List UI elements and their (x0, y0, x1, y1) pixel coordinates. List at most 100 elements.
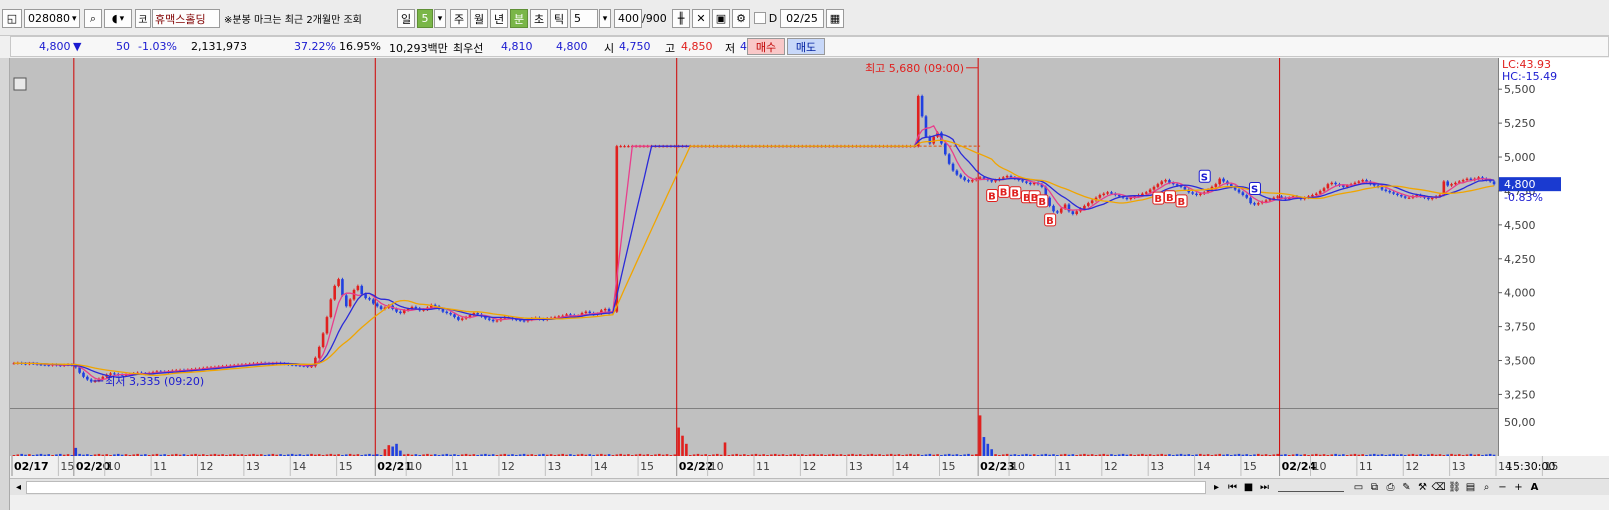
volume-bar (828, 454, 831, 456)
rewind-icon[interactable]: ⏮ (1226, 481, 1239, 494)
print-icon[interactable]: ⎙ (1384, 481, 1397, 494)
stock-code-input[interactable]: 028080 (24, 9, 80, 28)
candle-body (1183, 186, 1187, 190)
link-icon[interactable]: ⛓ (1448, 481, 1461, 494)
period-month-button[interactable]: 월 (470, 9, 488, 28)
volume-bar (74, 447, 78, 456)
forward-icon[interactable]: ⏭ (1258, 481, 1271, 494)
volume-bar (252, 453, 255, 456)
horizontal-scrollbar[interactable]: ◂ ▸ ⏮ ■ ⏭ ▭ ⧉ ⎙ ✎ ⚒ ⌫ ⛓ ▤ ⌕ − + A (10, 478, 1609, 495)
zoom-out-icon[interactable]: − (1496, 481, 1509, 494)
volume-bar (1384, 454, 1388, 456)
period-week-button[interactable]: 주 (450, 9, 468, 28)
zoom-in-icon[interactable]: + (1512, 481, 1525, 494)
save-icon[interactable]: ▣ (712, 9, 730, 28)
volume-bar (758, 454, 762, 456)
candle-body (1311, 195, 1314, 197)
volume-bar (1040, 454, 1044, 456)
volume-bar (793, 453, 796, 456)
open-label: 시 (604, 42, 615, 55)
volume-bar (449, 454, 452, 456)
scroll-track[interactable] (26, 481, 1206, 494)
candle-body (399, 311, 402, 314)
volume-bar (348, 453, 352, 456)
candle-body (333, 285, 336, 300)
x-hour-label: 15 (1243, 460, 1257, 473)
crosshair-icon[interactable]: ✕ (692, 9, 710, 28)
volume-bar (1017, 454, 1021, 456)
x-hour-label: 10 (107, 460, 121, 473)
y-tick-label: 3,500 (1504, 355, 1536, 368)
price-chart[interactable]: 3,2503,5003,7504,0004,2504,5004,7505,000… (10, 58, 1609, 478)
calendar-icon[interactable]: ▦ (826, 9, 844, 28)
period-count-input[interactable]: 5 (570, 9, 598, 28)
candle-body (1345, 185, 1349, 187)
x-day-label: 02/17 (14, 460, 49, 473)
layout-icon[interactable]: ▭ (1352, 481, 1365, 494)
volume-bar (1152, 454, 1156, 456)
buy-button[interactable]: 매수 (747, 38, 785, 55)
sell-mark-label: S (1251, 185, 1258, 196)
candle-body (1075, 211, 1078, 215)
volume-bar (515, 454, 518, 456)
candle-body (1465, 178, 1469, 181)
candle-body (1110, 192, 1113, 194)
volume-bar (773, 453, 777, 456)
volume-bar (971, 454, 974, 456)
period-second-button[interactable]: 초 (530, 9, 548, 28)
period-tick-button[interactable]: 틱 (550, 9, 568, 28)
magnifier-icon[interactable]: ⌕ (1480, 481, 1493, 494)
candle-body (947, 154, 951, 164)
copy-icon[interactable]: ⧉ (1368, 481, 1381, 494)
eraser-icon[interactable]: ⌫ (1431, 481, 1445, 494)
tool-icon[interactable]: ⚒ (1416, 481, 1429, 494)
font-size-icon[interactable]: A (1528, 481, 1541, 494)
chevron-down-icon[interactable]: ▾ (599, 9, 611, 28)
volume-bar (1117, 454, 1121, 456)
volume-bar (182, 454, 186, 456)
candle-body (955, 170, 959, 175)
interval-value[interactable]: 5 (417, 9, 433, 28)
period-day-button[interactable]: 일 (397, 9, 415, 28)
speaker-icon[interactable]: ◖ (104, 9, 132, 28)
candle-body (321, 333, 325, 347)
volume-bar (503, 453, 507, 456)
volume-bar (159, 454, 163, 456)
date-input[interactable]: 02/25 (780, 9, 824, 28)
chart-window-icon[interactable]: ◱ (2, 9, 22, 28)
gear-icon[interactable]: ⚙ (732, 9, 750, 28)
volume-bar (70, 454, 74, 456)
grid-icon[interactable]: ▤ (1464, 481, 1477, 494)
volume-bar (1094, 454, 1098, 456)
volume-bar (310, 453, 313, 456)
volume-bar (1001, 454, 1005, 456)
scroll-right-icon[interactable]: ▸ (1210, 481, 1223, 494)
period-year-button[interactable]: 년 (490, 9, 508, 28)
volume-bar (205, 454, 209, 456)
candle-body (1400, 195, 1403, 197)
candle-type-icon[interactable]: ╫ (672, 9, 690, 28)
zoom-slider[interactable] (1278, 483, 1344, 492)
candle-body (967, 180, 970, 182)
volume-bar (607, 454, 611, 456)
bar-count-input[interactable]: 400 (614, 9, 642, 28)
candle-body (1125, 197, 1129, 200)
volume-bar (777, 454, 781, 456)
draw-icon[interactable]: ✎ (1400, 481, 1413, 494)
volume-bar (630, 454, 634, 456)
date-checkbox[interactable] (754, 12, 766, 24)
x-hour-label: 13 (547, 460, 561, 473)
candle-body (1106, 192, 1109, 194)
stop-icon[interactable]: ■ (1242, 481, 1255, 494)
sell-button[interactable]: 매도 (787, 38, 825, 55)
volume-bar (1372, 453, 1376, 456)
candle-body (317, 346, 321, 358)
chevron-down-icon[interactable]: ▾ (434, 9, 446, 28)
left-splitter[interactable] (0, 58, 10, 510)
stock-name-field[interactable]: 휴맥스홀딩 (152, 9, 220, 28)
scroll-left-icon[interactable]: ◂ (12, 481, 25, 494)
volume-bar (646, 454, 650, 456)
search-icon[interactable]: ⌕ (84, 9, 102, 28)
volume-bar (136, 453, 139, 456)
period-minute-button[interactable]: 분 (510, 9, 528, 28)
